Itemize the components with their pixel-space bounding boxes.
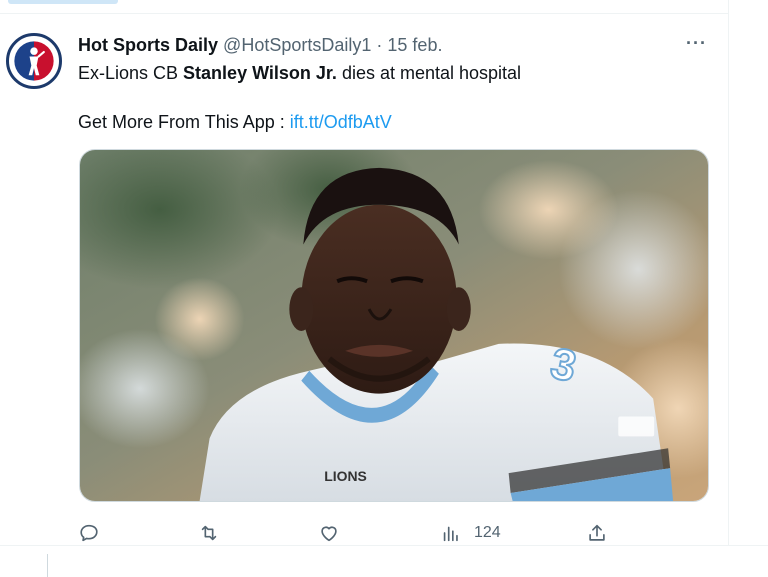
previous-tweet-bottom-edge bbox=[0, 0, 728, 14]
retweet-button[interactable] bbox=[198, 520, 220, 546]
tweet-text-prefix: Ex-Lions CB bbox=[78, 63, 184, 83]
tweet-header: Hot Sports Daily @HotSportsDaily1 · 15 f… bbox=[78, 35, 442, 56]
user-handle[interactable]: @HotSportsDaily1 bbox=[223, 35, 371, 55]
tweet-text-bold-name: Stanley Wilson Jr. bbox=[183, 63, 337, 83]
timeline-right-border bbox=[728, 0, 729, 545]
tweet-link[interactable]: ift.tt/OdfbAtV bbox=[290, 112, 392, 132]
tweet-text-line-1: Ex-Lions CB Stanley Wilson Jr. dies at m… bbox=[78, 63, 521, 84]
avatar[interactable] bbox=[6, 33, 62, 89]
reply-button[interactable] bbox=[78, 520, 100, 546]
views-count: 124 bbox=[474, 524, 501, 541]
share-button[interactable] bbox=[586, 520, 608, 546]
tweet-text-line-2: Get More From This App : ift.tt/OdfbAtV bbox=[78, 112, 392, 133]
views-icon bbox=[443, 526, 458, 542]
basketball-logo-icon bbox=[12, 39, 56, 83]
tweet[interactable]: Hot Sports Daily @HotSportsDaily1 · 15 f… bbox=[0, 15, 728, 545]
next-tweet-top-edge bbox=[0, 545, 768, 577]
retweet-icon bbox=[201, 525, 217, 541]
views-button[interactable]: 124 bbox=[440, 520, 501, 546]
thread-line bbox=[47, 554, 48, 577]
tweet-date[interactable]: 15 feb. bbox=[387, 35, 442, 55]
more-options-icon[interactable]: ··· bbox=[686, 33, 707, 54]
tweet-image[interactable]: 3 LIONS bbox=[79, 149, 709, 502]
jersey-wordmark: LIONS bbox=[324, 468, 367, 484]
separator-dot: · bbox=[376, 35, 383, 55]
tweet-actions: 124 bbox=[78, 520, 618, 546]
previous-tweet-highlight bbox=[8, 0, 118, 4]
link-prefix-text: Get More From This App : bbox=[78, 112, 290, 132]
heart-icon bbox=[321, 526, 337, 542]
display-name[interactable]: Hot Sports Daily bbox=[78, 35, 218, 55]
share-icon bbox=[589, 524, 605, 541]
tweet-text-suffix: dies at mental hospital bbox=[336, 63, 522, 83]
reply-icon bbox=[80, 524, 98, 542]
like-button[interactable] bbox=[318, 520, 340, 546]
player-photo: 3 LIONS bbox=[80, 150, 708, 501]
